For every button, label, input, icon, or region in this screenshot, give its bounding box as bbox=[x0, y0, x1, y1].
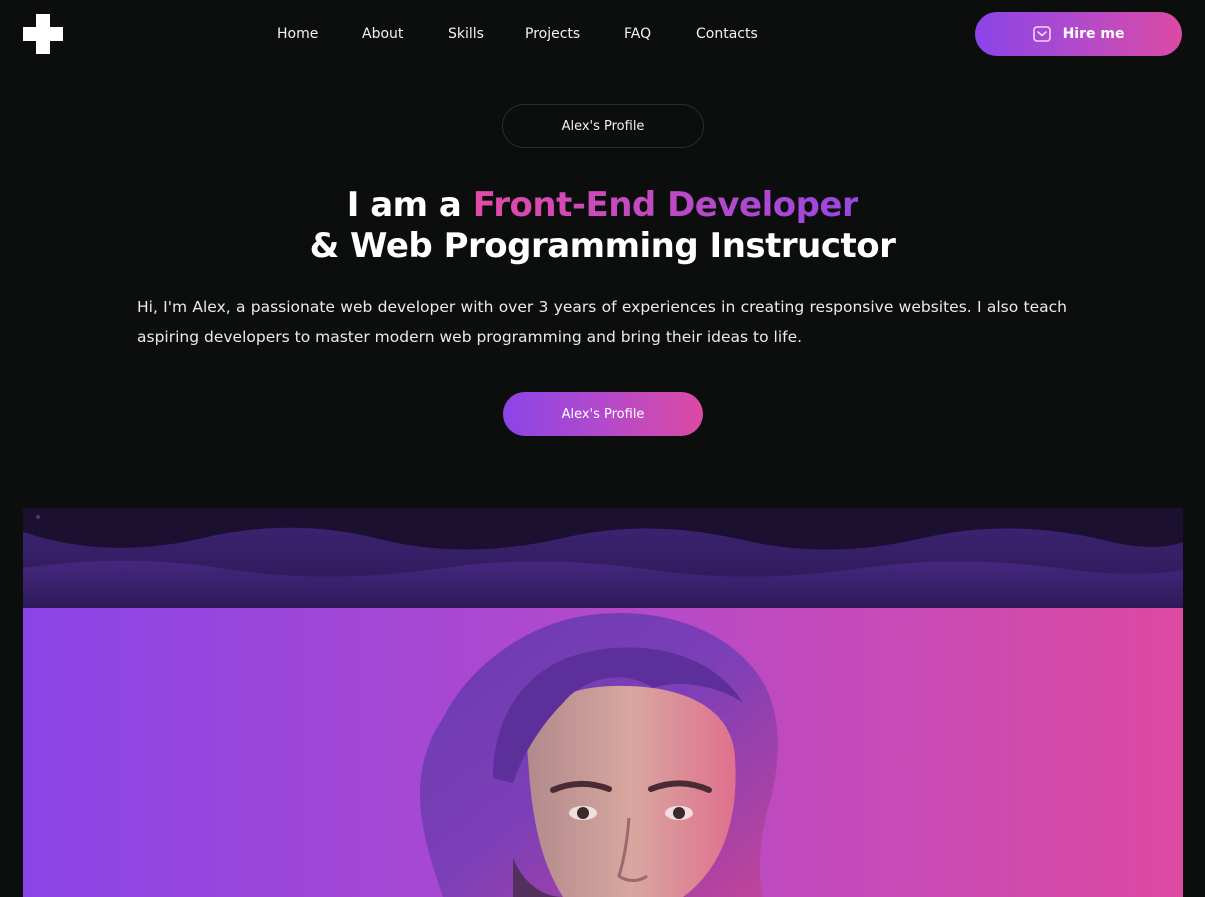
headline-line2: & Web Programming Instructor bbox=[309, 226, 896, 266]
headline-prefix: I am a bbox=[346, 185, 473, 225]
hire-me-label: Hire me bbox=[1062, 26, 1125, 42]
nav-link-home[interactable]: Home bbox=[277, 24, 318, 44]
hero-headline: I am a Front-End Developer & Web Program… bbox=[0, 185, 1205, 267]
portfolio-page: Home About Skills Projects FAQ Contacts … bbox=[0, 0, 1205, 897]
profile-cta-button[interactable]: Alex's Profile bbox=[503, 392, 703, 436]
portrait-background bbox=[23, 608, 1183, 897]
nav-link-projects[interactable]: Projects bbox=[525, 24, 580, 44]
developer-portrait-image bbox=[419, 612, 778, 897]
nav-link-about[interactable]: About bbox=[362, 24, 403, 44]
wave-decoration bbox=[23, 515, 1183, 608]
headline-highlight: Front-End Developer bbox=[472, 185, 859, 225]
nav-link-contacts[interactable]: Contacts bbox=[696, 24, 758, 44]
hire-me-button[interactable]: Hire me bbox=[975, 12, 1182, 56]
hero-media bbox=[23, 508, 1183, 897]
nav-link-skills[interactable]: Skills bbox=[448, 24, 484, 44]
nav-link-faq[interactable]: FAQ bbox=[624, 24, 651, 44]
mail-icon bbox=[1032, 26, 1051, 42]
wave-background bbox=[23, 508, 1183, 608]
profile-pill-button[interactable]: Alex's Profile bbox=[502, 104, 704, 148]
hero-intro-text: Hi, I'm Alex, a passionate web developer… bbox=[137, 298, 1067, 346]
